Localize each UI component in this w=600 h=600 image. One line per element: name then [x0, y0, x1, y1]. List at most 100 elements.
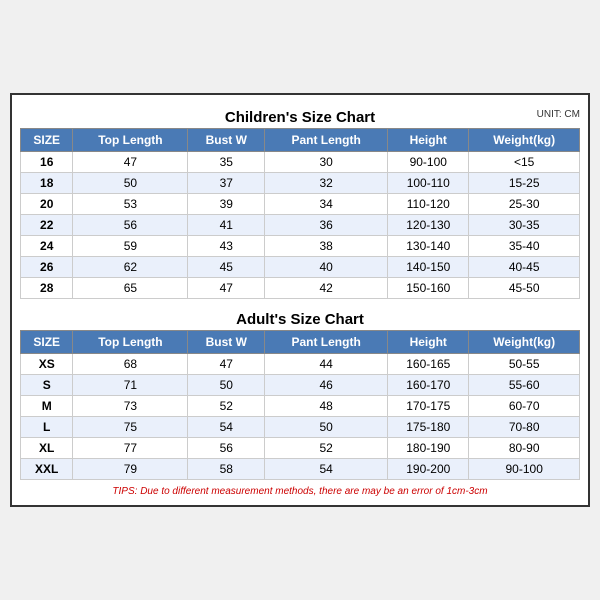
children-header-cell: Pant Length	[265, 129, 388, 152]
table-cell: 28	[21, 278, 73, 299]
table-cell: 58	[188, 459, 265, 480]
adult-title: Adult's Size Chart	[20, 305, 580, 330]
table-cell: 40-45	[469, 257, 580, 278]
table-cell: 45	[188, 257, 265, 278]
table-cell: 160-165	[388, 354, 469, 375]
table-cell: 32	[265, 173, 388, 194]
table-cell: 15-25	[469, 173, 580, 194]
table-cell: 79	[73, 459, 188, 480]
table-cell: 52	[265, 438, 388, 459]
children-header-row: SIZETop LengthBust WPant LengthHeightWei…	[21, 129, 580, 152]
table-cell: XS	[21, 354, 73, 375]
table-row: XXL795854190-20090-100	[21, 459, 580, 480]
table-cell: XL	[21, 438, 73, 459]
table-cell: 54	[265, 459, 388, 480]
table-cell: 30	[265, 152, 388, 173]
table-cell: 47	[188, 354, 265, 375]
table-cell: 35-40	[469, 236, 580, 257]
children-table: SIZETop LengthBust WPant LengthHeightWei…	[20, 128, 580, 299]
table-cell: 50	[73, 173, 188, 194]
table-cell: 70-80	[469, 417, 580, 438]
table-cell: 45-50	[469, 278, 580, 299]
table-cell: 160-170	[388, 375, 469, 396]
children-tbody: 1647353090-100<1518503732100-11015-25205…	[21, 152, 580, 299]
adult-header-row: SIZETop LengthBust WPant LengthHeightWei…	[21, 331, 580, 354]
table-cell: 56	[188, 438, 265, 459]
adult-header-cell: Weight(kg)	[469, 331, 580, 354]
table-cell: 53	[73, 194, 188, 215]
adult-header-cell: Top Length	[73, 331, 188, 354]
table-cell: 90-100	[469, 459, 580, 480]
children-title-text: Children's Size Chart	[225, 109, 375, 126]
table-row: 22564136120-13030-35	[21, 215, 580, 236]
table-row: 1647353090-100<15	[21, 152, 580, 173]
table-cell: 65	[73, 278, 188, 299]
table-cell: 150-160	[388, 278, 469, 299]
table-cell: 100-110	[388, 173, 469, 194]
table-cell: 120-130	[388, 215, 469, 236]
table-cell: 47	[73, 152, 188, 173]
table-cell: 41	[188, 215, 265, 236]
table-cell: 44	[265, 354, 388, 375]
table-cell: 77	[73, 438, 188, 459]
table-cell: 60-70	[469, 396, 580, 417]
table-cell: 40	[265, 257, 388, 278]
table-row: L755450175-18070-80	[21, 417, 580, 438]
table-cell: 140-150	[388, 257, 469, 278]
table-row: 24594338130-14035-40	[21, 236, 580, 257]
table-cell: 26	[21, 257, 73, 278]
children-header-cell: Top Length	[73, 129, 188, 152]
table-cell: 110-120	[388, 194, 469, 215]
table-cell: 90-100	[388, 152, 469, 173]
table-row: XS684744160-16550-55	[21, 354, 580, 375]
table-cell: 75	[73, 417, 188, 438]
table-cell: 50-55	[469, 354, 580, 375]
adult-header-cell: Pant Length	[265, 331, 388, 354]
table-cell: 50	[265, 417, 388, 438]
table-cell: 30-35	[469, 215, 580, 236]
children-header-cell: SIZE	[21, 129, 73, 152]
table-cell: M	[21, 396, 73, 417]
table-row: XL775652180-19080-90	[21, 438, 580, 459]
table-cell: 130-140	[388, 236, 469, 257]
table-cell: 18	[21, 173, 73, 194]
children-header-cell: Bust W	[188, 129, 265, 152]
table-cell: 50	[188, 375, 265, 396]
table-row: 18503732100-11015-25	[21, 173, 580, 194]
table-cell: 47	[188, 278, 265, 299]
table-cell: S	[21, 375, 73, 396]
table-cell: 42	[265, 278, 388, 299]
table-cell: 48	[265, 396, 388, 417]
table-cell: 180-190	[388, 438, 469, 459]
table-cell: <15	[469, 152, 580, 173]
table-cell: L	[21, 417, 73, 438]
adult-tbody: XS684744160-16550-55S715046160-17055-60M…	[21, 354, 580, 480]
table-cell: 39	[188, 194, 265, 215]
adult-table: SIZETop LengthBust WPant LengthHeightWei…	[20, 330, 580, 480]
table-cell: 43	[188, 236, 265, 257]
table-row: 28654742150-16045-50	[21, 278, 580, 299]
unit-label: UNIT: CM	[537, 109, 580, 120]
table-cell: 37	[188, 173, 265, 194]
table-cell: 20	[21, 194, 73, 215]
table-cell: 24	[21, 236, 73, 257]
table-cell: 59	[73, 236, 188, 257]
table-row: S715046160-17055-60	[21, 375, 580, 396]
table-cell: 80-90	[469, 438, 580, 459]
table-cell: 38	[265, 236, 388, 257]
adult-title-text: Adult's Size Chart	[236, 311, 364, 328]
table-cell: 36	[265, 215, 388, 236]
table-cell: 62	[73, 257, 188, 278]
table-cell: 52	[188, 396, 265, 417]
table-cell: 16	[21, 152, 73, 173]
adult-header-cell: SIZE	[21, 331, 73, 354]
table-cell: 54	[188, 417, 265, 438]
adult-header-cell: Height	[388, 331, 469, 354]
tips-text: TIPS: Due to different measurement metho…	[20, 486, 580, 497]
table-cell: 170-175	[388, 396, 469, 417]
table-cell: 25-30	[469, 194, 580, 215]
table-cell: 71	[73, 375, 188, 396]
chart-container: Children's Size Chart UNIT: CM SIZETop L…	[10, 93, 590, 507]
children-title: Children's Size Chart UNIT: CM	[20, 103, 580, 128]
table-cell: 73	[73, 396, 188, 417]
